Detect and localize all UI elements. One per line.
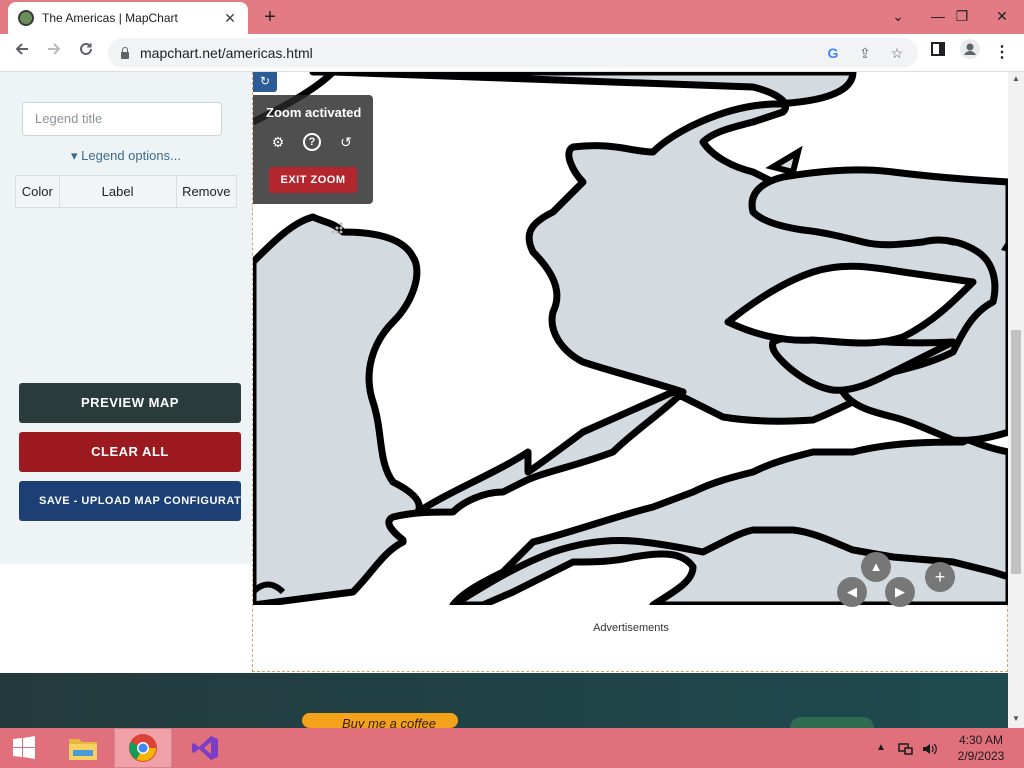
save-upload-config-button[interactable]: SAVE - UPLOAD MAP CONFIGURATION [19, 481, 241, 521]
visual-studio-icon[interactable] [176, 728, 234, 768]
bookmark-star-icon[interactable]: ☆ [886, 42, 908, 64]
close-window-button[interactable]: ✕ [980, 0, 1024, 34]
windows-taskbar: ▲ 4:30 AM 2/9/2023 [0, 728, 1024, 768]
scroll-down-arrow-icon[interactable]: ▼ [1008, 712, 1024, 726]
system-clock[interactable]: 4:30 AM 2/9/2023 [946, 732, 1016, 764]
windows-start-icon[interactable] [0, 728, 48, 768]
share-icon[interactable]: ⇪ [854, 42, 876, 64]
legend-title-input[interactable]: Legend title [22, 102, 222, 136]
tray-overflow-icon[interactable]: ▲ [876, 728, 886, 768]
pan-left-button[interactable]: ◀ [837, 577, 867, 607]
zoom-status-text: Zoom activated [266, 105, 362, 120]
tab-search-button[interactable]: ⌄ [876, 0, 920, 34]
legend-sidebar: Legend title ▾ Legend options... Color L… [0, 72, 252, 564]
new-tab-button[interactable]: + [258, 6, 282, 30]
menu-kebab-icon[interactable]: ⋮ [988, 39, 1016, 67]
file-explorer-icon[interactable] [54, 728, 112, 768]
forward-arrow-icon[interactable] [40, 39, 68, 67]
browser-tab[interactable]: The Americas | MapChart ✕ [8, 2, 248, 34]
tab-title: The Americas | MapChart [42, 11, 178, 25]
pan-up-button[interactable]: ▲ [861, 552, 891, 582]
buy-coffee-button[interactable]: Buy me a coffee [302, 713, 458, 728]
preview-map-button[interactable]: PREVIEW MAP [19, 383, 241, 423]
settings-gear-icon[interactable]: ⚙ [269, 133, 287, 151]
exit-zoom-button[interactable]: EXIT ZOOM [269, 167, 357, 193]
pan-right-button[interactable]: ▶ [885, 577, 915, 607]
reset-zoom-icon[interactable]: ↺ [337, 133, 355, 151]
chrome-taskbar-icon[interactable] [114, 728, 172, 768]
refresh-map-button[interactable]: ↻ [253, 72, 277, 92]
tab-close-icon[interactable]: ✕ [222, 10, 238, 27]
url-text: mapchart.net/americas.html [140, 45, 313, 61]
map-container: ↻ Zoom activated ⚙ ? ↺ EXIT ZOOM ▲ ◀ ▶ +… [252, 72, 1009, 672]
globe-favicon-icon [18, 10, 34, 26]
help-icon[interactable]: ? [303, 133, 321, 151]
page-footer: Buy me a coffee [0, 673, 1008, 728]
clock-time: 4:30 AM [958, 733, 1004, 747]
column-label: Label [60, 176, 177, 207]
profile-avatar-icon[interactable] [956, 39, 984, 67]
legend-options-link[interactable]: ▾ Legend options... [0, 148, 252, 164]
address-bar[interactable]: mapchart.net/americas.html G ⇪ ☆ [108, 38, 918, 68]
restore-button[interactable]: ❐ [940, 0, 984, 34]
google-icon[interactable]: G [822, 42, 844, 64]
advertisements-label: Advertisements [593, 622, 669, 634]
scroll-up-arrow-icon[interactable]: ▲ [1008, 72, 1024, 86]
lock-icon [120, 47, 130, 59]
browser-toolbar: mapchart.net/americas.html G ⇪ ☆ ⋮ [0, 34, 1024, 72]
reload-icon[interactable] [72, 39, 100, 67]
clock-date: 2/9/2023 [957, 749, 1005, 763]
volume-icon[interactable] [922, 728, 938, 768]
side-panel-icon[interactable] [924, 39, 952, 67]
scroll-thumb[interactable] [1011, 330, 1021, 574]
column-remove: Remove [182, 184, 231, 199]
zoom-in-button[interactable]: + [925, 562, 955, 592]
footer-decoration [790, 717, 874, 728]
clear-all-button[interactable]: CLEAR ALL [19, 432, 241, 472]
column-color: Color [16, 176, 60, 207]
back-arrow-icon[interactable] [8, 39, 36, 67]
legend-table-header: Color Label Remove [15, 175, 237, 208]
network-icon[interactable] [898, 728, 914, 768]
page-scrollbar[interactable]: ▲ ▼ [1008, 72, 1024, 728]
zoom-panel: Zoom activated ⚙ ? ↺ EXIT ZOOM [253, 95, 373, 204]
tab-strip: The Americas | MapChart ✕ + ⌄ — ❐ ✕ [0, 0, 1024, 34]
